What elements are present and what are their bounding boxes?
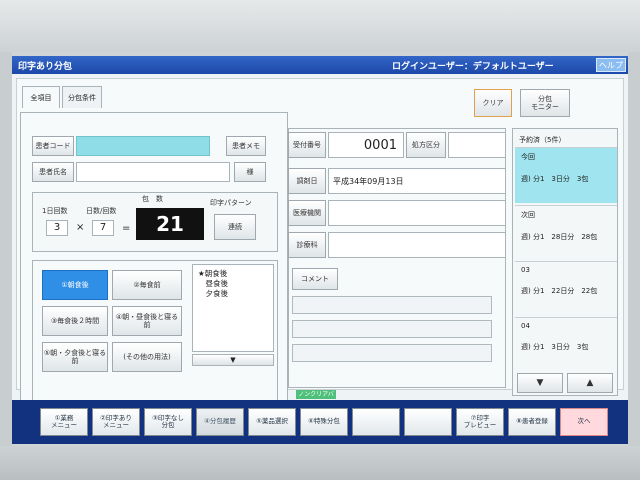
timing-button-other[interactable]: (その他の用法) (112, 342, 182, 372)
function-key-bar: ①業務 メニュー ②印字あり メニュー ③印字なし 分包 ④分包履歴 ⑤薬品選択… (12, 400, 628, 444)
per-day-field[interactable]: 3 (46, 220, 68, 236)
title-bar: 印字あり分包 ログインユーザー：デフォルトユーザー ヘルプ (12, 56, 628, 74)
login-user: ログインユーザー：デフォルトユーザー (392, 62, 554, 72)
count-label: 包 数 (142, 195, 163, 203)
dispense-date-field[interactable]: 平成34年09月13日 (328, 168, 506, 194)
fkey-print-menu[interactable]: ②印字あり メニュー (92, 408, 140, 436)
fkey-special-packing[interactable]: ⑥特殊分包 (300, 408, 348, 436)
timing-button-3[interactable]: ③毎食後２時間 (42, 306, 108, 336)
prescription-class-button[interactable]: 処方区分 (406, 132, 446, 158)
timing-memo: ★朝食後 昼食後 夕食後 (192, 264, 274, 352)
history-item-detail: 週) 分1 22日分 22包 (521, 287, 598, 295)
help-button[interactable]: ヘルプ (596, 58, 626, 72)
memo-line: 夕食後 (198, 289, 228, 298)
fkey-packing-history[interactable]: ④分包履歴 (196, 408, 244, 436)
monitor-bezel-left (0, 52, 12, 446)
memo-line: 昼食後 (198, 279, 228, 288)
print-pattern-button[interactable]: 連続 (214, 214, 256, 240)
history-item[interactable]: 03 週) 分1 22日分 22包 (515, 261, 617, 317)
timing-button-2[interactable]: ②毎食前 (112, 270, 182, 300)
history-item-detail: 週) 分1 3日分 3包 (521, 175, 589, 183)
fkey-patient-register[interactable]: ⑧患者登録 (508, 408, 556, 436)
print-pattern-label: 印字パターン (210, 199, 252, 207)
window-title: 印字あり分包 (18, 62, 73, 72)
patient-memo-button[interactable]: 患者メモ (226, 136, 266, 156)
comment-line-1[interactable] (292, 296, 492, 314)
history-down-button[interactable]: ▼ (517, 373, 563, 393)
fkey-empty-2[interactable] (404, 408, 452, 436)
packet-count: 21 (136, 208, 204, 240)
multiply-sign: × (76, 222, 85, 233)
comment-line-2[interactable] (292, 320, 492, 338)
tab-all-items[interactable]: 全項目 (22, 86, 60, 108)
days-field[interactable]: 7 (92, 220, 114, 236)
reception-number-label: 受付番号 (288, 132, 326, 158)
fkey-empty-1[interactable] (352, 408, 400, 436)
patient-honorific-button[interactable]: 様 (234, 162, 266, 182)
history-item-detail: 週) 分1 28日分 28包 (521, 233, 598, 241)
fkey-print-preview[interactable]: ⑦印字 プレビュー (456, 408, 504, 436)
monitor-bezel-bottom (0, 446, 640, 480)
per-day-label: 1日回数 (42, 207, 68, 215)
memo-line: ★朝食後 (198, 269, 228, 278)
history-item-header: 次回 (521, 211, 535, 219)
history-item-header: 03 (521, 266, 530, 274)
strip-label: ノンクリアバン (296, 390, 336, 407)
dispense-date-label: 調剤日 (288, 168, 326, 194)
equals-sign: = (122, 223, 131, 234)
history-item[interactable]: 次回 週) 分1 28日分 28包 (515, 205, 617, 261)
history-title: 予約済（5件） (519, 136, 566, 144)
history-item-detail: 週) 分1 3日分 3包 (521, 343, 589, 351)
timing-button-5[interactable]: ⑤朝・夕食後と寝る前 (42, 342, 108, 372)
history-item-header: 今回 (521, 153, 535, 161)
prescription-class-field[interactable] (448, 132, 506, 158)
tab-packing-conditions[interactable]: 分包条件 (62, 86, 102, 108)
timing-button-4[interactable]: ④朝・昼食後と寝る前 (112, 306, 182, 336)
patient-name-field[interactable] (76, 162, 230, 182)
institution-field[interactable] (328, 200, 506, 226)
timing-button-1[interactable]: ①朝食後 (42, 270, 108, 300)
fkey-no-print-packing[interactable]: ③印字なし 分包 (144, 408, 192, 436)
patient-name-label[interactable]: 患者氏名 (32, 162, 74, 182)
patient-code-label[interactable]: 患者コード (32, 136, 74, 156)
reception-number-field[interactable]: 0001 (328, 132, 404, 158)
fkey-business-menu[interactable]: ①業務 メニュー (40, 408, 88, 436)
days-label: 日数/回数 (86, 207, 117, 215)
monitor-bezel-top (0, 0, 640, 52)
reservation-history-panel: 予約済（5件） 今回 週) 分1 3日分 3包 次回 週) 分1 28日分 28… (512, 128, 618, 396)
clear-button[interactable]: クリア (474, 89, 512, 117)
history-item[interactable]: 04 週) 分1 3日分 3包 (515, 317, 617, 373)
app-screen: 印字あり分包 ログインユーザー：デフォルトユーザー ヘルプ 全項目 分包条件 ク… (12, 56, 628, 444)
memo-scroll-down-button[interactable]: ▼ (192, 354, 274, 366)
fkey-drug-select[interactable]: ⑤薬品選択 (248, 408, 296, 436)
department-field[interactable] (328, 232, 506, 258)
history-up-button[interactable]: ▲ (567, 373, 613, 393)
fkey-next[interactable]: 次へ (560, 408, 608, 436)
monitor-bezel-right (628, 52, 640, 446)
comment-button[interactable]: コメント (292, 268, 338, 290)
history-item[interactable]: 今回 週) 分1 3日分 3包 (515, 147, 617, 203)
institution-label: 医療機関 (288, 200, 326, 226)
history-item-header: 04 (521, 322, 530, 330)
department-label: 診療科 (288, 232, 326, 258)
patient-code-field[interactable] (76, 136, 210, 156)
bunpu-monitor-button[interactable]: 分包 モニター (520, 89, 570, 117)
comment-line-3[interactable] (292, 344, 492, 362)
